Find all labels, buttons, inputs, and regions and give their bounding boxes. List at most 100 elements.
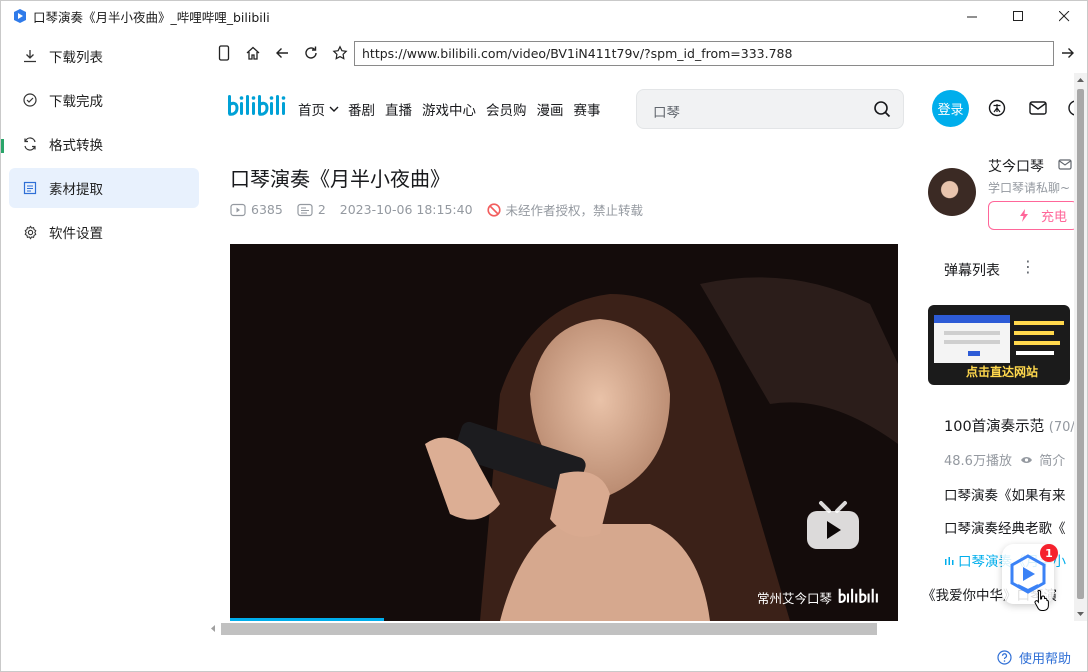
publish-date: 2023-10-06 18:15:40 [339, 202, 473, 217]
play-button[interactable] [805, 499, 861, 551]
app-window: 口琴演奏《月半小夜曲》_哔哩哔哩_bilibili 下载列表 下载完成 格式转换… [0, 0, 1088, 672]
help-link[interactable]: 使用帮助 [997, 648, 1071, 667]
copyright-notice: 未经作者授权，禁止转载 [486, 200, 643, 219]
bookmark-button[interactable] [330, 43, 350, 63]
list-item[interactable]: 口琴演奏经典老歌《 [944, 517, 1066, 537]
ad-text: 点击直达网站 [966, 365, 1039, 379]
site-nav: 首页 番剧 直播 游戏中心 会员购 漫画 赛事 [298, 99, 611, 119]
danmu-list-toggle[interactable]: 弹幕列表 [944, 260, 1000, 280]
intro-link[interactable]: 简介 [1039, 454, 1065, 469]
sidebar-item-format-convert[interactable]: 格式转换 [9, 124, 199, 164]
charge-button[interactable]: 充电 [988, 201, 1074, 230]
bilibili-logo[interactable] [227, 93, 291, 121]
window-title: 口琴演奏《月半小夜曲》_哔哩哔哩_bilibili [33, 9, 270, 25]
nav-item-game[interactable]: 游戏中心 [422, 99, 476, 119]
playlist-count: (70/ [1048, 420, 1074, 435]
minimize-button[interactable] [949, 1, 995, 31]
browser-toolbar: https://www.bilibili.com/video/BV1iN411t… [208, 37, 1087, 71]
more-header-button[interactable] [1066, 98, 1074, 118]
web-view: 首页 番剧 直播 游戏中心 会员购 漫画 赛事 口琴 登录 口琴演奏《月半小夜曲… [208, 73, 1074, 621]
messages-button[interactable] [1028, 98, 1048, 118]
window-edge-accent [1, 139, 4, 153]
dynamics-icon [1068, 100, 1074, 116]
vip-icon [988, 99, 1006, 117]
reload-button[interactable] [301, 43, 321, 63]
video-player[interactable]: 常州艾今口琴 [230, 244, 898, 621]
scroll-down-icon[interactable] [1077, 612, 1084, 617]
avatar[interactable] [928, 168, 976, 216]
nav-item-home[interactable]: 首页 [298, 99, 325, 119]
device-toggle-button[interactable] [214, 43, 234, 63]
nav-item-esports[interactable]: 赛事 [574, 99, 601, 119]
close-button[interactable] [1041, 1, 1087, 31]
convert-icon [22, 136, 38, 152]
back-button[interactable] [272, 43, 292, 63]
app-logo-icon [14, 9, 26, 23]
video-title: 口琴演奏《月半小夜曲》 [230, 167, 450, 191]
go-button[interactable] [1058, 43, 1078, 63]
ad-banner[interactable]: 点击直达网站 [928, 305, 1070, 385]
search-icon[interactable] [873, 100, 891, 118]
sidebar-item-label: 素材提取 [49, 182, 103, 198]
minimize-icon [966, 16, 977, 17]
sidebar-item-label: 软件设置 [49, 226, 103, 242]
phone-icon [218, 45, 230, 61]
home-icon [246, 46, 260, 60]
danmaku-count: 2 [297, 202, 326, 217]
check-circle-icon [22, 92, 38, 108]
scroll-up-icon[interactable] [1077, 77, 1084, 82]
nav-item-shop[interactable]: 会员购 [486, 99, 527, 119]
search-box[interactable]: 口琴 [636, 89, 904, 129]
hand-cursor-icon [1034, 589, 1049, 611]
vertical-scrollbar[interactable] [1074, 73, 1087, 621]
uploader-desc: 学口琴请私聊~ [988, 181, 1071, 195]
eye-icon [1021, 457, 1033, 463]
sidebar-item-download-complete[interactable]: 下载完成 [9, 80, 199, 120]
url-input[interactable]: https://www.bilibili.com/video/BV1iN411t… [354, 41, 1054, 66]
playlist-title[interactable]: 100首演奏示范 (70/ [944, 415, 1074, 436]
video-frame [230, 244, 898, 621]
video-watermark: 常州艾今口琴 [757, 587, 882, 607]
arrow-left-icon [276, 48, 288, 58]
maximize-button[interactable] [995, 1, 1041, 31]
more-options-icon[interactable]: ⋮ [1020, 257, 1036, 276]
video-meta: 6385 2 2023-10-06 18:15:40 未经作者授权，禁止转载 [230, 200, 657, 219]
login-button[interactable]: 登录 [932, 90, 969, 127]
extract-icon [22, 180, 38, 196]
bilibili-watermark-logo [838, 588, 878, 604]
chevron-down-icon[interactable] [329, 104, 339, 114]
arrow-right-icon [1062, 48, 1074, 58]
star-icon [332, 45, 348, 60]
danmaku-icon [297, 203, 313, 216]
vertical-scroll-thumb[interactable] [1077, 89, 1084, 599]
home-button[interactable] [243, 43, 263, 63]
view-count: 6385 [230, 202, 283, 217]
list-item[interactable]: 口琴演奏《如果有来 [944, 484, 1066, 504]
uploader-name[interactable]: 艾今口琴 [988, 156, 1044, 176]
playlist-meta: 48.6万播放 简介 [944, 454, 1066, 469]
sidebar: 下载列表 下载完成 格式转换 素材提取 软件设置 [1, 31, 208, 671]
nav-item-anime[interactable]: 番剧 [348, 99, 375, 119]
nav-item-manga[interactable]: 漫画 [537, 99, 564, 119]
sidebar-item-material-extract[interactable]: 素材提取 [9, 168, 199, 208]
sidebar-item-settings[interactable]: 软件设置 [9, 212, 199, 252]
notification-badge: 1 [1040, 544, 1058, 562]
horizontal-scroll-thumb[interactable] [221, 623, 877, 635]
vip-button[interactable] [987, 98, 1007, 118]
maximize-icon [1012, 10, 1023, 21]
sidebar-item-label: 格式转换 [49, 138, 103, 154]
sidebar-item-label: 下载列表 [49, 50, 103, 66]
gear-icon [22, 224, 38, 240]
mail-icon [1029, 101, 1047, 115]
nav-item-live[interactable]: 直播 [385, 99, 412, 119]
close-icon [1058, 10, 1069, 21]
scroll-left-icon[interactable] [210, 625, 215, 632]
play-count-icon [230, 203, 246, 216]
message-uploader-icon[interactable] [1058, 159, 1072, 171]
sidebar-item-download-list[interactable]: 下载列表 [9, 36, 199, 76]
sidebar-item-label: 下载完成 [49, 94, 103, 110]
horizontal-scrollbar[interactable] [208, 621, 1074, 635]
search-input[interactable]: 口琴 [653, 101, 680, 121]
reload-icon [305, 46, 317, 59]
help-icon [997, 650, 1012, 665]
